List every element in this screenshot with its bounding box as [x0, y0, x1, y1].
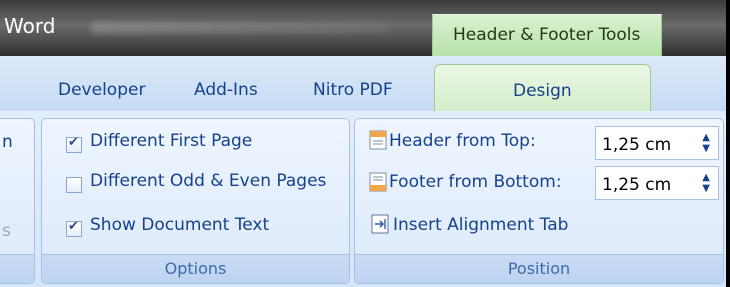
insert-alignment-tab-button[interactable]: Insert Alignment Tab: [393, 215, 568, 235]
tab-developer[interactable]: Developer: [58, 80, 145, 100]
position-group-label: Position: [355, 254, 723, 283]
contextual-tab-header-footer-tools: Header & Footer Tools: [432, 14, 662, 57]
blurred-title-text: [90, 22, 390, 34]
app-title: Word: [4, 14, 56, 38]
tab-design-label: Design: [513, 81, 572, 101]
spin-up-icon[interactable]: ▲: [702, 173, 710, 183]
header-from-top-value: 1,25 cm: [602, 135, 672, 155]
spin-down-icon[interactable]: ▼: [702, 184, 710, 194]
header-from-top-spinner[interactable]: 1,25 cm ▲ ▼: [595, 126, 719, 160]
different-first-page-checkbox[interactable]: [66, 135, 82, 153]
tab-nitro-pdf[interactable]: Nitro PDF: [313, 80, 393, 100]
different-odd-even-checkbox[interactable]: [66, 177, 82, 193]
left-cut-text-1: n: [2, 132, 13, 152]
left-cut-text-2: s: [2, 221, 11, 241]
footer-position-icon: [369, 172, 387, 192]
spin-down-icon[interactable]: ▼: [702, 144, 710, 154]
header-position-icon: [369, 130, 387, 150]
ribbon-window: Word Header & Footer Tools Developer Add…: [0, 0, 730, 287]
footer-from-bottom-value: 1,25 cm: [602, 175, 672, 195]
options-group-label: Options: [42, 254, 349, 283]
contextual-tab-label: Header & Footer Tools: [453, 25, 641, 45]
show-document-text-label[interactable]: Show Document Text: [90, 215, 269, 235]
different-first-page-label[interactable]: Different First Page: [90, 131, 252, 151]
left-group-label: [0, 254, 34, 283]
alignment-tab-icon: [371, 214, 389, 234]
title-bar: Word Header & Footer Tools: [0, 0, 726, 57]
tab-design[interactable]: Design: [434, 64, 651, 113]
tab-add-ins[interactable]: Add-Ins: [194, 80, 258, 100]
spin-up-icon[interactable]: ▲: [702, 133, 710, 143]
different-odd-even-label[interactable]: Different Odd & Even Pages: [90, 171, 326, 191]
header-from-top-label: Header from Top:: [389, 131, 536, 151]
footer-from-bottom-label: Footer from Bottom:: [389, 172, 562, 192]
show-document-text-checkbox[interactable]: [66, 219, 82, 237]
footer-from-bottom-spinner[interactable]: 1,25 cm ▲ ▼: [595, 166, 719, 200]
